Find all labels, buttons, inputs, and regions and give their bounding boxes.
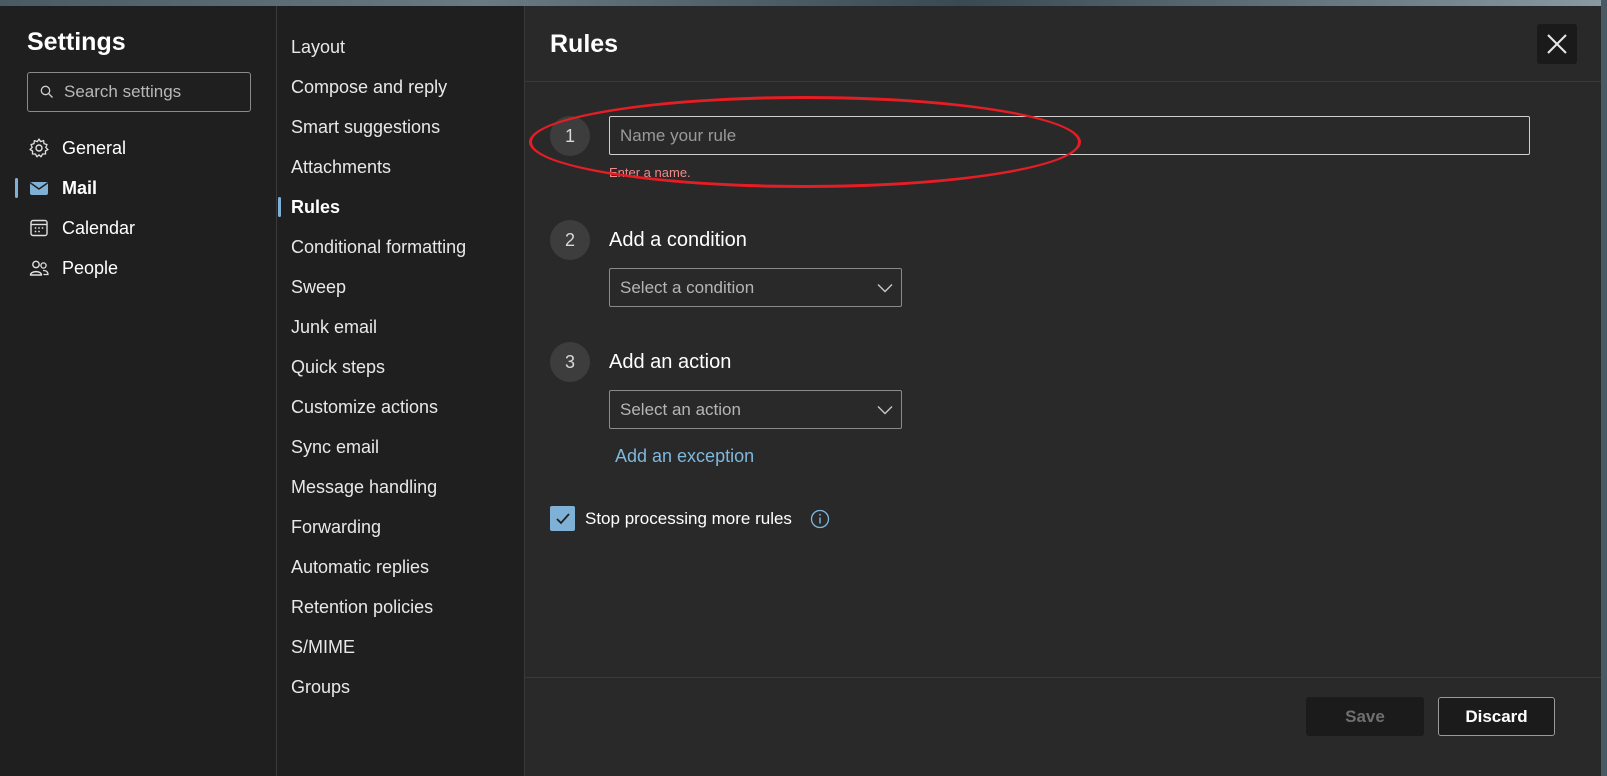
main-nav: General Mail Calendar People	[0, 128, 276, 288]
subnav-item-retention-policies[interactable]: Retention policies	[277, 587, 524, 627]
close-button[interactable]	[1537, 24, 1577, 64]
rules-pane: Rules 1 Enter a name. 2 Add a condition …	[525, 6, 1601, 776]
action-dropdown-label: Select an action	[620, 399, 741, 419]
nav-item-label: General	[62, 137, 127, 158]
subnav-item-layout[interactable]: Layout	[277, 27, 524, 67]
subnav-item-conditional-formatting[interactable]: Conditional formatting	[277, 227, 524, 267]
subnav-item-junk-email[interactable]: Junk email	[277, 307, 524, 347]
action-title: Add an action	[609, 351, 732, 373]
stop-processing-checkbox[interactable]	[550, 506, 575, 531]
step-number-1: 1	[550, 116, 590, 156]
subnav-list: Layout Compose and reply Smart suggestio…	[277, 27, 524, 707]
gear-icon	[29, 138, 49, 158]
background-strip-right	[1601, 0, 1607, 776]
search-input[interactable]	[64, 82, 234, 102]
action-dropdown[interactable]: Select an action	[609, 390, 902, 429]
search-box[interactable]	[27, 72, 251, 112]
step-number-3: 3	[550, 342, 590, 382]
step-number-2: 2	[550, 220, 590, 260]
nav-item-people[interactable]: People	[0, 248, 276, 288]
subnav-item-automatic-replies[interactable]: Automatic replies	[277, 547, 524, 587]
subnav-item-message-handling[interactable]: Message handling	[277, 467, 524, 507]
subnav-item-forwarding[interactable]: Forwarding	[277, 507, 524, 547]
subnav-item-smart-suggestions[interactable]: Smart suggestions	[277, 107, 524, 147]
page-title: Rules	[550, 30, 619, 58]
subnav-item-quick-steps[interactable]: Quick steps	[277, 347, 524, 387]
subnav-item-sweep[interactable]: Sweep	[277, 267, 524, 307]
rule-name-error: Enter a name.	[609, 165, 691, 180]
subnav-item-customize-actions[interactable]: Customize actions	[277, 387, 524, 427]
nav-item-calendar[interactable]: Calendar	[0, 208, 276, 248]
nav-item-label: Mail	[62, 177, 98, 198]
mail-subnav: Layout Compose and reply Smart suggestio…	[277, 6, 525, 776]
subnav-item-rules[interactable]: Rules	[277, 187, 524, 227]
condition-title: Add a condition	[609, 229, 747, 251]
stop-processing-row: Stop processing more rules	[550, 506, 830, 531]
save-button[interactable]: Save	[1306, 697, 1424, 736]
subnav-item-compose-and-reply[interactable]: Compose and reply	[277, 67, 524, 107]
subnav-item-groups[interactable]: Groups	[277, 667, 524, 707]
settings-title: Settings	[27, 28, 126, 56]
nav-item-label: People	[62, 257, 119, 278]
info-icon[interactable]	[810, 509, 830, 529]
chevron-down-icon	[877, 283, 893, 292]
nav-item-general[interactable]: General	[0, 128, 276, 168]
calendar-icon	[30, 219, 48, 237]
people-icon	[29, 260, 49, 276]
close-icon	[1547, 34, 1567, 54]
subnav-item-smime[interactable]: S/MIME	[277, 627, 524, 667]
condition-dropdown-label: Select a condition	[620, 277, 755, 297]
nav-item-label: Calendar	[62, 217, 136, 238]
dialog-footer: Save Discard	[525, 677, 1601, 776]
chevron-down-icon	[877, 405, 893, 414]
condition-dropdown[interactable]: Select a condition	[609, 268, 902, 307]
subnav-item-attachments[interactable]: Attachments	[277, 147, 524, 187]
mail-icon	[30, 182, 48, 195]
settings-dialog: Settings General Mail	[0, 6, 1601, 776]
nav-item-mail[interactable]: Mail	[0, 168, 276, 208]
discard-button[interactable]: Discard	[1438, 697, 1555, 736]
rules-header: Rules	[525, 6, 1601, 82]
settings-sidebar: Settings General Mail	[0, 6, 277, 776]
checkmark-icon	[555, 512, 570, 524]
rule-name-input[interactable]	[609, 116, 1530, 155]
stop-processing-label: Stop processing more rules	[585, 508, 792, 528]
subnav-item-sync-email[interactable]: Sync email	[277, 427, 524, 467]
add-exception-link[interactable]: Add an exception	[615, 446, 754, 467]
search-icon	[40, 85, 53, 98]
